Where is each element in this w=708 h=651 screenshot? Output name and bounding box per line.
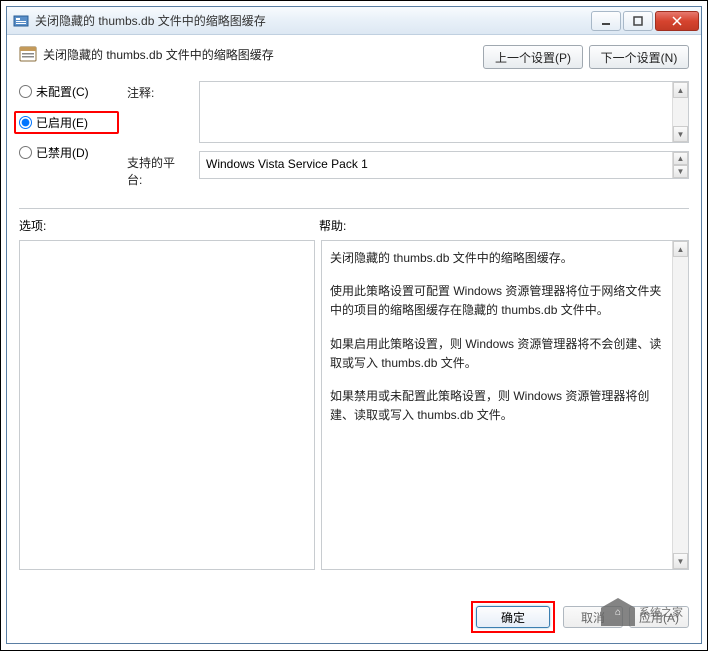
scroll-up-icon[interactable]: ▲ <box>673 82 688 98</box>
previous-setting-button[interactable]: 上一个设置(P) <box>483 45 583 69</box>
scrollbar[interactable]: ▲ ▼ <box>672 152 688 178</box>
titlebar-title: 关闭隐藏的 thumbs.db 文件中的缩略图缓存 <box>35 12 591 29</box>
policy-title: 关闭隐藏的 thumbs.db 文件中的缩略图缓存 <box>43 46 274 63</box>
close-button[interactable] <box>655 11 699 31</box>
scroll-up-icon[interactable]: ▲ <box>673 241 688 257</box>
titlebar: 关闭隐藏的 thumbs.db 文件中的缩略图缓存 <box>7 7 701 35</box>
radio-enabled-label: 已启用(E) <box>36 114 88 131</box>
help-paragraph: 关闭隐藏的 thumbs.db 文件中的缩略图缓存。 <box>330 249 668 268</box>
help-paragraph: 使用此策略设置可配置 Windows 资源管理器将位于网络文件夹中的项目的缩略图… <box>330 282 668 320</box>
apply-button[interactable]: 应用(A) <box>629 606 689 628</box>
app-icon <box>13 13 29 29</box>
platform-value: Windows Vista Service Pack 1 <box>206 157 368 171</box>
maximize-button[interactable] <box>623 11 653 31</box>
scroll-track[interactable] <box>673 98 688 126</box>
radio-disabled-input[interactable] <box>19 146 32 159</box>
ok-button[interactable]: 确定 <box>476 606 550 628</box>
comment-label: 注释: <box>127 81 189 101</box>
scrollbar[interactable]: ▲ ▼ <box>672 82 688 142</box>
policy-icon <box>19 45 37 63</box>
minimize-button[interactable] <box>591 11 621 31</box>
help-panel: 关闭隐藏的 thumbs.db 文件中的缩略图缓存。 使用此策略设置可配置 Wi… <box>321 240 689 570</box>
options-panel <box>19 240 315 570</box>
scroll-up-icon[interactable]: ▲ <box>673 152 688 165</box>
dialog-window: 关闭隐藏的 thumbs.db 文件中的缩略图缓存 关 <box>6 6 702 644</box>
help-paragraph: 如果禁用或未配置此策略设置，则 Windows 资源管理器将创建、读取或写入 t… <box>330 387 668 425</box>
radio-disabled-label: 已禁用(D) <box>36 144 89 161</box>
radio-not-configured[interactable]: 未配置(C) <box>19 83 119 100</box>
scroll-down-icon[interactable]: ▼ <box>673 165 688 178</box>
radio-not-configured-input[interactable] <box>19 85 32 98</box>
scroll-down-icon[interactable]: ▼ <box>673 126 688 142</box>
scroll-down-icon[interactable]: ▼ <box>673 553 688 569</box>
help-paragraph: 如果启用此策略设置，则 Windows 资源管理器将不会创建、读取或写入 thu… <box>330 335 668 373</box>
divider <box>19 208 689 209</box>
options-label: 选项: <box>19 217 319 234</box>
help-label: 帮助: <box>319 217 689 234</box>
cancel-button[interactable]: 取消 <box>563 606 623 628</box>
radio-enabled[interactable]: 已启用(E) <box>14 111 119 134</box>
radio-enabled-input[interactable] <box>19 116 32 129</box>
radio-not-configured-label: 未配置(C) <box>36 83 89 100</box>
supported-platform-box: Windows Vista Service Pack 1 ▲ ▼ <box>199 151 689 179</box>
next-setting-button[interactable]: 下一个设置(N) <box>589 45 689 69</box>
scroll-track[interactable] <box>673 257 688 553</box>
comment-textarea[interactable]: ▲ ▼ <box>199 81 689 143</box>
radio-disabled[interactable]: 已禁用(D) <box>19 144 119 161</box>
platform-label: 支持的平台: <box>127 151 189 188</box>
scrollbar[interactable]: ▲ ▼ <box>672 241 688 569</box>
